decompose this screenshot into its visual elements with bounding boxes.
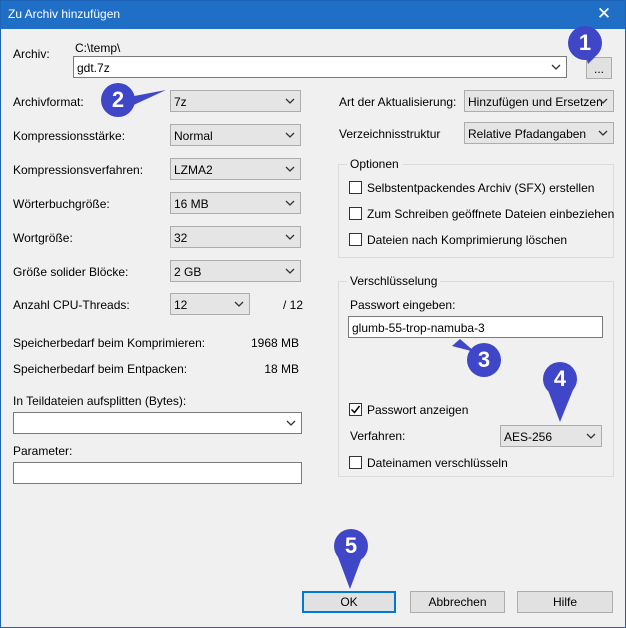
window-title: Zu Archiv hinzufügen <box>8 7 121 21</box>
split-volumes-label: In Teildateien aufsplitten (Bytes): <box>13 394 187 408</box>
annotation-badge-5: 5 <box>334 529 368 563</box>
word-size-value: 32 <box>174 231 188 245</box>
archive-path: C:\temp\ <box>75 41 121 55</box>
chevron-down-icon <box>285 200 295 206</box>
checkbox-icon <box>349 456 362 469</box>
path-mode-value: Relative Pfadangaben <box>468 127 587 141</box>
dictionary-size-select[interactable]: 16 MB <box>170 192 301 214</box>
annotation-badge-3: 3 <box>467 343 501 377</box>
add-to-archive-dialog: Zu Archiv hinzufügen ✕ Archiv: C:\temp\ … <box>0 0 626 628</box>
shared-files-label: Zum Schreiben geöffnete Dateien einbezie… <box>367 207 615 221</box>
memory-decompress-label: Speicherbedarf beim Entpacken: <box>13 362 188 376</box>
path-mode-select[interactable]: Relative Pfadangaben <box>464 122 614 144</box>
chevron-down-icon <box>285 132 295 138</box>
compression-level-select[interactable]: Normal <box>170 124 301 146</box>
chevron-down-icon <box>285 166 295 172</box>
compression-method-select[interactable]: LZMA2 <box>170 158 301 180</box>
archive-label: Archiv: <box>13 47 50 61</box>
chevron-down-icon <box>598 98 608 104</box>
chevron-down-icon <box>598 130 608 136</box>
show-password-label: Passwort anzeigen <box>367 403 469 417</box>
annotation-badge-1: 1 <box>568 26 602 60</box>
split-volumes-combo[interactable] <box>13 412 302 434</box>
compression-method-label: Kompressionsverfahren: <box>13 163 144 177</box>
encryption-method-label: Verfahren: <box>350 429 406 443</box>
parameters-input[interactable] <box>13 462 302 484</box>
archive-name-value: gdt.7z <box>77 61 110 75</box>
update-mode-value: Hinzufügen und Ersetzen <box>468 95 603 109</box>
dictionary-size-value: 16 MB <box>174 197 209 211</box>
close-icon[interactable]: ✕ <box>589 3 619 25</box>
chevron-down-icon <box>551 64 561 70</box>
sfx-label: Selbstentpackendes Archiv (SFX) erstelle… <box>367 181 595 195</box>
delete-after-label: Dateien nach Komprimierung löschen <box>367 233 568 247</box>
help-button[interactable]: Hilfe <box>517 591 613 613</box>
checkbox-checked-icon <box>349 403 362 416</box>
archive-name-combo[interactable]: gdt.7z <box>73 56 567 78</box>
solid-block-size-value: 2 GB <box>174 265 202 279</box>
chevron-down-icon <box>285 234 295 240</box>
update-mode-select[interactable]: Hinzufügen und Ersetzen <box>464 90 614 112</box>
word-size-select[interactable]: 32 <box>170 226 301 248</box>
chevron-down-icon <box>285 98 295 104</box>
archive-format-value: 7z <box>174 95 187 109</box>
browse-button[interactable]: ... <box>586 57 612 79</box>
memory-compress-value: 1968 MB <box>250 336 299 350</box>
compression-level-label: Kompressionsstärke: <box>13 129 126 143</box>
options-legend: Optionen <box>347 157 402 171</box>
dictionary-size-label: Wörterbuchgröße: <box>13 197 110 211</box>
cpu-threads-label: Anzahl CPU-Threads: <box>13 298 130 312</box>
compression-level-value: Normal <box>174 129 213 143</box>
checkbox-icon <box>349 207 362 220</box>
encrypt-names-label: Dateinamen verschlüsseln <box>367 456 508 470</box>
annotation-badge-4: 4 <box>543 362 577 396</box>
chevron-down-icon <box>234 301 244 307</box>
solid-block-size-select[interactable]: 2 GB <box>170 260 301 282</box>
word-size-label: Wortgröße: <box>13 231 73 245</box>
memory-compress-label: Speicherbedarf beim Komprimieren: <box>13 336 206 350</box>
checkbox-icon <box>349 233 362 246</box>
compression-method-value: LZMA2 <box>174 163 213 177</box>
encryption-method-select[interactable]: AES-256 <box>500 425 602 447</box>
annotation-badge-2: 2 <box>101 83 135 117</box>
memory-decompress-value: 18 MB <box>264 362 299 376</box>
password-value: glumb-55-trop-namuba-3 <box>352 321 485 335</box>
solid-block-size-label: Größe solider Blöcke: <box>13 265 129 279</box>
archive-format-select[interactable]: 7z <box>170 90 301 112</box>
encryption-method-value: AES-256 <box>504 430 553 444</box>
encryption-legend: Verschlüsselung <box>347 274 441 288</box>
cpu-threads-select[interactable]: 12 <box>170 293 250 315</box>
archive-format-label: Archivformat: <box>13 95 84 109</box>
chevron-down-icon <box>286 420 296 426</box>
title-bar: Zu Archiv hinzufügen ✕ <box>1 1 625 29</box>
update-mode-label: Art der Aktualisierung: <box>339 95 457 109</box>
checkbox-icon <box>349 181 362 194</box>
chevron-down-icon <box>285 268 295 274</box>
password-label: Passwort eingeben: <box>350 298 456 312</box>
path-mode-label: Verzeichnisstruktur <box>339 127 441 141</box>
password-input[interactable]: glumb-55-trop-namuba-3 <box>348 316 603 338</box>
cancel-button[interactable]: Abbrechen <box>410 591 505 613</box>
chevron-down-icon <box>586 433 596 439</box>
ok-button[interactable]: OK <box>302 591 396 613</box>
cpu-threads-max: / 12 <box>283 298 304 312</box>
cpu-threads-value: 12 <box>174 298 188 312</box>
parameters-label: Parameter: <box>13 444 73 458</box>
